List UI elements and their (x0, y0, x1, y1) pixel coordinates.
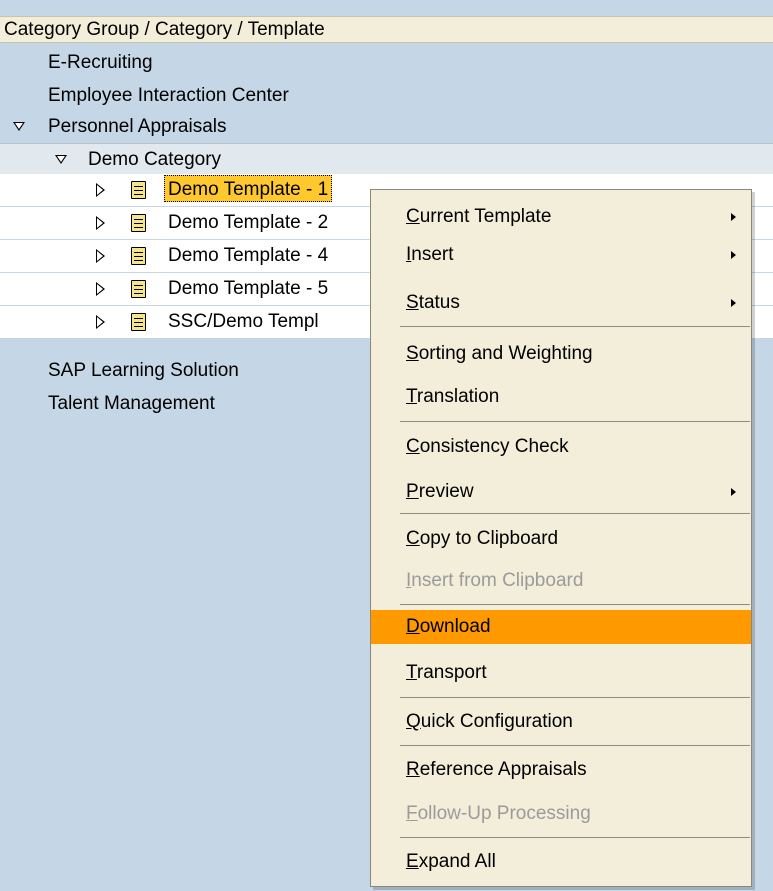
column-header: Category Group / Category / Template (0, 16, 773, 43)
template-document-icon (131, 280, 146, 298)
menu-item-download[interactable]: Download (371, 610, 751, 644)
template-document-icon (131, 181, 146, 199)
column-header-title: Category Group / Category / Template (4, 19, 325, 40)
menu-item-preview[interactable]: Preview (371, 475, 751, 509)
menu-item-reference-appraisals[interactable]: Reference Appraisals (371, 753, 751, 787)
menu-item-follow-up-processing: Follow-Up Processing (406, 803, 591, 824)
menu-separator (400, 604, 750, 605)
tree-item-label: Employee Interaction Center (48, 85, 289, 106)
menu-separator (400, 745, 750, 746)
expanded-triangle-icon[interactable] (55, 155, 67, 164)
menu-item-status[interactable]: Status (371, 286, 751, 320)
template-document-icon (131, 214, 146, 232)
submenu-arrow-icon (731, 488, 736, 496)
template-document-icon (131, 247, 146, 265)
menu-item-consistency-check[interactable]: Consistency Check (371, 430, 751, 464)
tree-item-label: SAP Learning Solution (48, 360, 239, 381)
menu-item-insert-from-clipboard: Insert from Clipboard (406, 570, 584, 591)
tree-item-label: Personnel Appraisals (48, 116, 227, 137)
menu-item-quick-configuration[interactable]: Quick Configuration (371, 705, 751, 739)
template-document-icon (131, 313, 146, 331)
collapsed-triangle-icon[interactable] (96, 183, 105, 197)
menu-item-expand-all[interactable]: Expand All (371, 845, 751, 879)
tree-item-label: Talent Management (48, 393, 215, 414)
tree-item-label: Demo Category (88, 149, 222, 170)
menu-item-current-template[interactable]: Current Template (371, 200, 751, 234)
submenu-arrow-icon (731, 213, 736, 221)
tree-item-employee-interaction-center[interactable]: Employee Interaction Center (0, 80, 773, 112)
tree-item-label: SSC/Demo Templ (168, 311, 319, 332)
tree-item-label: Demo Template - 4 (168, 245, 329, 266)
collapsed-triangle-icon[interactable] (96, 282, 105, 296)
menu-item-transport[interactable]: Transport (371, 656, 751, 690)
menu-separator (400, 326, 750, 327)
menu-item-insert[interactable]: Insert (371, 238, 751, 272)
tree-item-label: E-Recruiting (48, 52, 153, 73)
tree-item-e-recruiting[interactable]: E-Recruiting (0, 47, 773, 79)
tree-item-label: Demo Template - 5 (168, 278, 329, 299)
menu-separator (400, 513, 750, 514)
collapsed-triangle-icon[interactable] (96, 249, 105, 263)
tree-item-label-selected[interactable]: Demo Template - 1 (164, 175, 333, 202)
menu-item-translation[interactable]: Translation (371, 380, 751, 414)
expanded-triangle-icon[interactable] (13, 122, 25, 131)
menu-separator (400, 421, 750, 422)
menu-separator (400, 697, 750, 698)
collapsed-triangle-icon[interactable] (96, 315, 105, 329)
tree-item-label: Demo Template - 2 (168, 212, 329, 233)
menu-item-copy-to-clipboard[interactable]: Copy to Clipboard (371, 522, 751, 556)
tree-item-demo-category[interactable]: Demo Category (0, 143, 773, 175)
tree-item-personnel-appraisals[interactable]: Personnel Appraisals (0, 111, 773, 143)
collapsed-triangle-icon[interactable] (96, 216, 105, 230)
submenu-arrow-icon (731, 299, 736, 307)
submenu-arrow-icon (731, 251, 736, 259)
context-menu: Current Template Insert Status Sorting a… (370, 189, 752, 887)
menu-item-sorting-and-weighting[interactable]: Sorting and Weighting (371, 337, 751, 371)
menu-separator (400, 837, 750, 838)
